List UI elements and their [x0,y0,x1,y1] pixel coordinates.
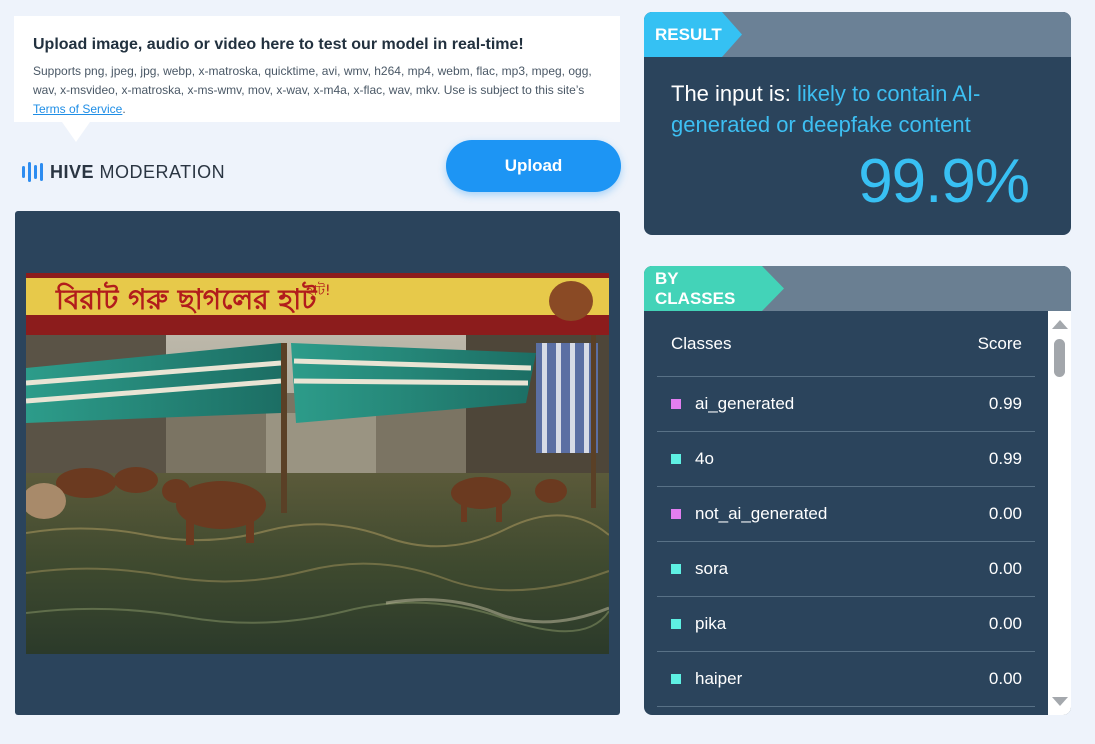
by-classes-tag: BY CLASSES [644,266,784,311]
result-tag: RESULT [644,12,742,57]
class-score: 0.00 [988,614,1022,633]
class-row: sora 0.00 [657,542,1035,597]
class-color-swatch [671,454,681,464]
class-label: haiper [671,669,742,689]
class-name: sora [695,559,729,578]
hive-logo-icon [22,162,43,182]
class-name: haiper [695,669,743,688]
class-score: 0.99 [988,394,1022,413]
class-label: pika [671,614,726,634]
class-name: not_ai_generated [695,504,828,523]
terms-suffix: . [122,102,126,116]
classes-table-header: Classes Score [657,311,1035,377]
class-score: 0.00 [988,504,1022,523]
media-preview-panel: বিরাট গরু ছাগলের হাট হাট! [15,211,620,715]
score-column-header: Score [977,333,1022,353]
logo-text: HIVE MODERATION [50,162,225,183]
result-card: RESULT The input is: likely to contain A… [644,12,1071,235]
class-color-swatch [671,674,681,684]
class-color-swatch [671,619,681,629]
by-classes-header: BY CLASSES [644,266,1071,311]
class-color-swatch [671,399,681,409]
scroll-thumb[interactable] [1054,339,1065,377]
logo-brand-rest: MODERATION [94,161,226,182]
class-color-swatch [671,564,681,574]
result-text: The input is: likely to contain AI-gener… [671,78,1031,140]
supported-formats-text: Supports png, jpeg, jpg, webp, x-matrosk… [33,64,592,97]
class-label: ai_generated [671,394,794,414]
class-name: 4o [695,449,714,468]
by-classes-card: BY CLASSES Classes Score ai_generated 0.9… [644,266,1071,715]
result-prefix: The input is: [671,81,797,106]
hive-moderation-logo: HIVE MODERATION [22,160,225,184]
class-score: 0.00 [988,669,1022,688]
class-score: 0.99 [988,449,1022,468]
classes-rows: ai_generated 0.99 4o 0.99 not_ai_generated 0.… [657,377,1035,707]
upload-info-description: Supports png, jpeg, jpg, webp, x-matrosk… [33,62,602,119]
class-row: not_ai_generated 0.00 [657,487,1035,542]
class-row: ai_generated 0.99 [657,377,1035,432]
class-color-swatch [671,509,681,519]
upload-button[interactable]: Upload [446,140,621,192]
class-row: haiper 0.00 [657,652,1035,707]
class-label: not_ai_generated [671,504,827,524]
class-row: pika 0.00 [657,597,1035,652]
banner-text: বিরাট গরু ছাগলের হাট [55,281,318,316]
class-name: ai_generated [695,394,795,413]
logo-brand-bold: HIVE [50,161,95,182]
upload-info-title: Upload image, audio or video here to tes… [33,36,524,53]
terms-of-service-link[interactable]: Terms of Service [33,102,122,116]
scroll-down-arrow-icon[interactable] [1052,697,1068,706]
classes-scrollbar[interactable] [1048,311,1071,715]
class-row: 4o 0.99 [657,432,1035,487]
classes-table: Classes Score ai_generated 0.99 4o 0.99 not_… [657,311,1035,715]
result-score: 99.9% [858,147,1030,216]
scroll-up-arrow-icon[interactable] [1052,320,1068,329]
class-label: 4o [671,449,714,469]
class-label: sora [671,559,728,579]
uploaded-image-preview: বিরাট গরু ছাগলের হাট হাট! [26,273,609,654]
result-card-header: RESULT [644,12,1071,57]
banner-subtext: হাট! [305,282,331,299]
class-score: 0.00 [988,559,1022,578]
class-name: pika [695,614,727,633]
upload-info-tooltip: Upload image, audio or video here to tes… [14,16,620,142]
classes-column-header: Classes [671,333,732,353]
